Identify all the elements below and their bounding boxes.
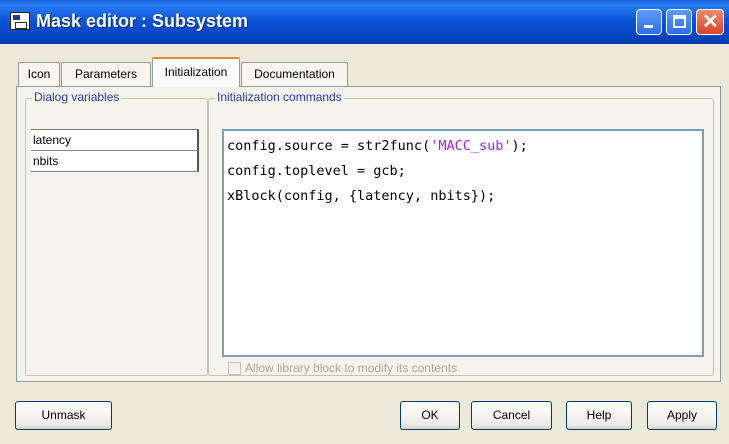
minimize-button[interactable]	[636, 9, 662, 35]
window-title: Mask editor : Subsystem	[36, 11, 249, 31]
minimize-icon	[644, 25, 653, 28]
list-item[interactable]: nbits	[31, 151, 199, 172]
title-bar: Mask editor : Subsystem ✕	[0, 0, 729, 44]
initialization-commands-legend: Initialization commands	[215, 90, 344, 104]
tab-icon[interactable]: Icon	[18, 62, 60, 86]
tab-documentation[interactable]: Documentation	[241, 62, 348, 86]
dialog-variables-legend: Dialog variables	[32, 90, 122, 104]
tab-initialization[interactable]: Initialization	[152, 57, 240, 87]
maximize-button[interactable]	[666, 9, 692, 35]
code-line-3: xBlock(config, {latency, nbits});	[227, 188, 496, 204]
help-button[interactable]: Help	[566, 401, 632, 430]
ok-button[interactable]: OK	[400, 401, 460, 430]
code-line-2: config.toplevel = gcb;	[227, 163, 406, 179]
allow-modify-label: Allow library block to modify its conten…	[245, 361, 458, 375]
string-literal: 'MACC_sub'	[430, 138, 512, 154]
close-icon: ✕	[702, 11, 719, 33]
unmask-button[interactable]: Unmask	[15, 401, 112, 430]
initialization-panel: Dialog variables latency nbits Initializ…	[16, 86, 721, 382]
close-button[interactable]: ✕	[696, 9, 724, 35]
dialog-variables-group: Dialog variables latency nbits	[25, 90, 208, 376]
list-item[interactable]: latency	[31, 130, 199, 151]
initialization-commands-editor[interactable]: config.source = str2func('MACC_sub'); co…	[222, 129, 704, 357]
dialog-variables-list[interactable]: latency nbits	[31, 129, 199, 172]
initialization-commands-group: Initialization commands config.source = …	[208, 90, 714, 376]
maximize-icon	[673, 15, 686, 28]
mask-editor-icon	[10, 12, 30, 30]
cancel-button[interactable]: Cancel	[471, 401, 552, 430]
tab-parameters[interactable]: Parameters	[61, 62, 151, 86]
allow-modify-checkbox[interactable]	[228, 362, 241, 375]
code-line-1: config.source = str2func('MACC_sub');	[227, 138, 528, 154]
apply-button[interactable]: Apply	[647, 401, 717, 430]
